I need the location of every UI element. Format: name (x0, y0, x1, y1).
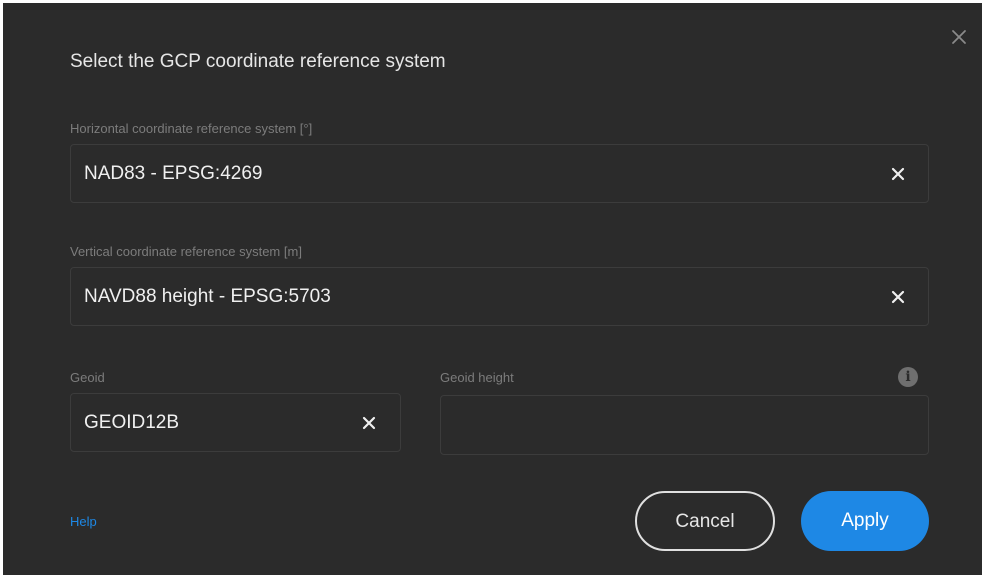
apply-button[interactable]: Apply (801, 491, 929, 551)
geoid-field[interactable]: GEOID12B (70, 393, 401, 452)
dialog-title: Select the GCP coordinate reference syst… (70, 51, 446, 72)
vertical-crs-field[interactable]: NAVD88 height - EPSG:5703 (70, 267, 929, 326)
info-icon[interactable]: i (898, 367, 918, 387)
horizontal-crs-label: Horizontal coordinate reference system [… (70, 121, 313, 136)
horizontal-crs-field[interactable]: NAD83 - EPSG:4269 (70, 144, 929, 203)
geoid-height-label: Geoid height (440, 370, 514, 385)
horizontal-crs-value: NAD83 - EPSG:4269 (84, 162, 263, 184)
cancel-button[interactable]: Cancel (635, 491, 775, 551)
geoid-value: GEOID12B (84, 411, 180, 433)
help-link[interactable]: Help (70, 514, 97, 529)
clear-icon[interactable] (358, 412, 380, 434)
clear-icon[interactable] (887, 286, 909, 308)
crs-dialog: Select the GCP coordinate reference syst… (3, 3, 982, 575)
vertical-crs-label: Vertical coordinate reference system [m] (70, 244, 302, 259)
clear-icon[interactable] (887, 163, 909, 185)
close-icon[interactable] (947, 25, 971, 49)
geoid-height-field[interactable] (440, 395, 929, 455)
geoid-label: Geoid (70, 370, 105, 385)
vertical-crs-value: NAVD88 height - EPSG:5703 (84, 285, 331, 307)
